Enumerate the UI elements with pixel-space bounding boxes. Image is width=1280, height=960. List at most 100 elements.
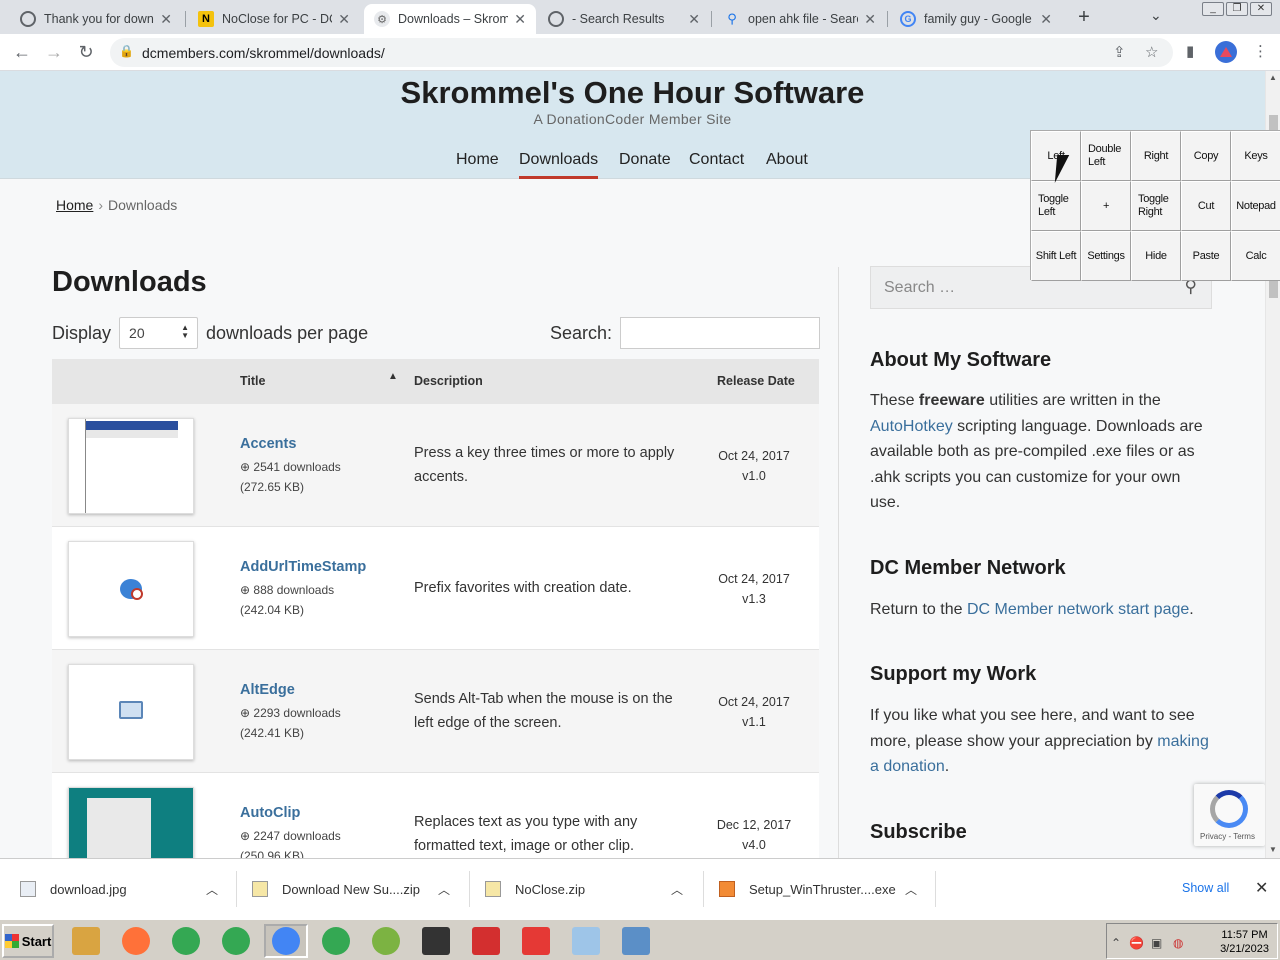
ahk-double-left-button[interactable]: Double Left <box>1081 131 1131 181</box>
autohotkey-link[interactable]: AutoHotkey <box>870 418 953 435</box>
close-icon[interactable]: ✕ <box>338 11 350 28</box>
ahk-settings-button[interactable]: Settings <box>1081 231 1131 281</box>
autoclip-thumbnail[interactable] <box>68 787 194 858</box>
menu-icon[interactable]: ⋮ <box>1253 42 1268 60</box>
close-icon[interactable]: ✕ <box>514 11 526 28</box>
side-panel-icon[interactable]: ▮ <box>1186 42 1194 60</box>
back-button[interactable]: ← <box>10 40 34 64</box>
ahk-paste-button[interactable]: Paste <box>1181 231 1231 281</box>
tab-downloads[interactable]: ⚙ Downloads – Skrom ✕ <box>364 4 536 34</box>
chrome-app[interactable] <box>314 924 358 958</box>
tab-thank-you[interactable]: Thank you for downl ✕ <box>10 4 182 34</box>
breadcrumb-home[interactable]: Home <box>56 197 93 213</box>
download-item[interactable]: Download New Su....zip ︿ <box>252 859 450 919</box>
column-release-date[interactable]: Release Date <box>717 374 795 388</box>
calculator-app[interactable] <box>614 924 658 958</box>
chevron-down-icon[interactable]: ⌄ <box>1150 7 1162 24</box>
ahk-cut-button[interactable]: Cut <box>1181 181 1231 231</box>
site-title[interactable]: Skrommel's One Hour Software <box>0 75 1265 111</box>
firefox-app[interactable] <box>114 924 158 958</box>
close-window-button[interactable]: ✕ <box>1250 2 1272 16</box>
close-icon[interactable]: ✕ <box>1040 11 1052 28</box>
nav-home[interactable]: Home <box>456 151 499 169</box>
sort-up-icon[interactable]: ▲ <box>388 371 398 382</box>
notepad-app[interactable] <box>564 924 608 958</box>
file-manager-app[interactable] <box>64 924 108 958</box>
tab-search-results[interactable]: - Search Results ✕ <box>538 4 710 34</box>
ahk-mouse-panel: Left Double Left Right Copy Keys Toggle … <box>1030 130 1280 281</box>
ahk-right-button[interactable]: Right <box>1131 131 1181 181</box>
download-item[interactable]: NoClose.zip ︿ <box>485 859 683 919</box>
chevron-up-icon[interactable]: ⌃ <box>1111 936 1121 950</box>
chevron-up-icon[interactable]: ︿ <box>206 881 218 898</box>
share-icon[interactable]: ⇪ <box>1113 43 1126 61</box>
new-tab-button[interactable]: + <box>1072 5 1096 29</box>
ahk-keys-button[interactable]: Keys <box>1231 131 1280 181</box>
chevron-up-icon[interactable]: ︿ <box>438 881 450 898</box>
display-icon[interactable]: ▣ <box>1151 936 1162 950</box>
monster-icon <box>422 927 450 955</box>
ahk-hide-button[interactable]: Hide <box>1131 231 1181 281</box>
network-start-link[interactable]: DC Member network start page <box>967 601 1189 618</box>
chrome-icon <box>222 927 250 955</box>
download-item[interactable]: download.jpg ︿ <box>20 859 218 919</box>
start-button[interactable]: Start <box>2 924 54 958</box>
reload-button[interactable]: ↻ <box>74 40 98 64</box>
nav-donate[interactable]: Donate <box>619 151 671 169</box>
item-name[interactable]: AutoClip <box>240 805 300 821</box>
per-page-select[interactable]: 20 ▲ ▼ <box>119 317 199 349</box>
chrome-app-active[interactable] <box>264 924 308 958</box>
ccleaner-app[interactable] <box>364 924 408 958</box>
tab-family-guy[interactable]: G family guy - Google ✕ <box>890 4 1062 34</box>
table-search-input[interactable] <box>620 317 821 349</box>
address-bar[interactable]: 🔒 dcmembers.com/skrommel/downloads/ ⇪ ☆ <box>110 38 1173 67</box>
restore-button[interactable]: ❐ <box>1226 2 1248 16</box>
show-all-button[interactable]: Show all <box>1182 881 1229 895</box>
download-shelf: download.jpg ︿ Download New Su....zip ︿ … <box>0 858 1280 918</box>
folder-icon <box>72 927 100 955</box>
altedge-thumbnail[interactable] <box>68 664 194 760</box>
tool-app[interactable] <box>464 924 508 958</box>
clock[interactable]: 11:57 PM 3/21/2023 <box>1220 928 1269 956</box>
column-description[interactable]: Description <box>414 374 483 388</box>
ahk-toggle-left-button[interactable]: Toggle Left <box>1031 181 1081 231</box>
item-name[interactable]: Accents <box>240 436 296 452</box>
tab-open-ahk[interactable]: ⚲ open ahk file - Searc ✕ <box>714 4 886 34</box>
game-app[interactable] <box>414 924 458 958</box>
network-icon[interactable]: ⛔ <box>1129 936 1144 950</box>
item-description: Prefix favorites with creation date. <box>414 580 632 596</box>
ahk-shift-left-button[interactable]: Shift Left <box>1031 231 1081 281</box>
chrome-app[interactable] <box>164 924 208 958</box>
forward-button[interactable]: → <box>42 40 66 64</box>
nav-downloads[interactable]: Downloads <box>519 151 599 179</box>
ahk-toggle-right-button[interactable]: Toggle Right <box>1131 181 1181 231</box>
ahk-plus-button[interactable]: + <box>1081 181 1131 231</box>
nav-contact[interactable]: Contact <box>689 151 744 169</box>
ahk-calc-button[interactable]: Calc <box>1231 231 1280 281</box>
close-icon[interactable]: ✕ <box>1255 878 1268 898</box>
accents-thumbnail[interactable] <box>68 418 194 514</box>
ahk-notepad-button[interactable]: Notepad <box>1231 181 1280 231</box>
close-icon[interactable]: ✕ <box>688 11 700 28</box>
chrome-app[interactable] <box>214 924 258 958</box>
chevron-up-icon[interactable]: ︿ <box>671 881 683 898</box>
nav-about[interactable]: About <box>766 151 808 169</box>
item-name[interactable]: AddUrlTimeStamp <box>240 559 366 575</box>
item-name[interactable]: AltEdge <box>240 682 295 698</box>
ahk-copy-button[interactable]: Copy <box>1181 131 1231 181</box>
volume-icon[interactable]: ◍ <box>1173 936 1183 950</box>
network-text: Return to the DC Member network start pa… <box>870 601 1194 618</box>
tab-noclose[interactable]: N NoClose for PC - DC ✕ <box>188 4 360 34</box>
addurltimestamp-thumbnail[interactable] <box>68 541 194 637</box>
recaptcha-badge[interactable]: Privacy - Terms <box>1194 784 1265 846</box>
avatar[interactable] <box>1215 41 1237 63</box>
download-item[interactable]: Setup_WinThruster....exe ︿ <box>719 859 917 919</box>
star-icon[interactable]: ☆ <box>1145 43 1158 61</box>
close-icon[interactable]: ✕ <box>864 11 876 28</box>
minimize-button[interactable]: _ <box>1202 2 1224 16</box>
subscribe-title: Subscribe <box>870 821 967 843</box>
chevron-up-icon[interactable]: ︿ <box>905 881 917 898</box>
close-icon[interactable]: ✕ <box>160 11 172 28</box>
mario-app[interactable] <box>514 924 558 958</box>
column-title[interactable]: Title <box>240 374 265 388</box>
